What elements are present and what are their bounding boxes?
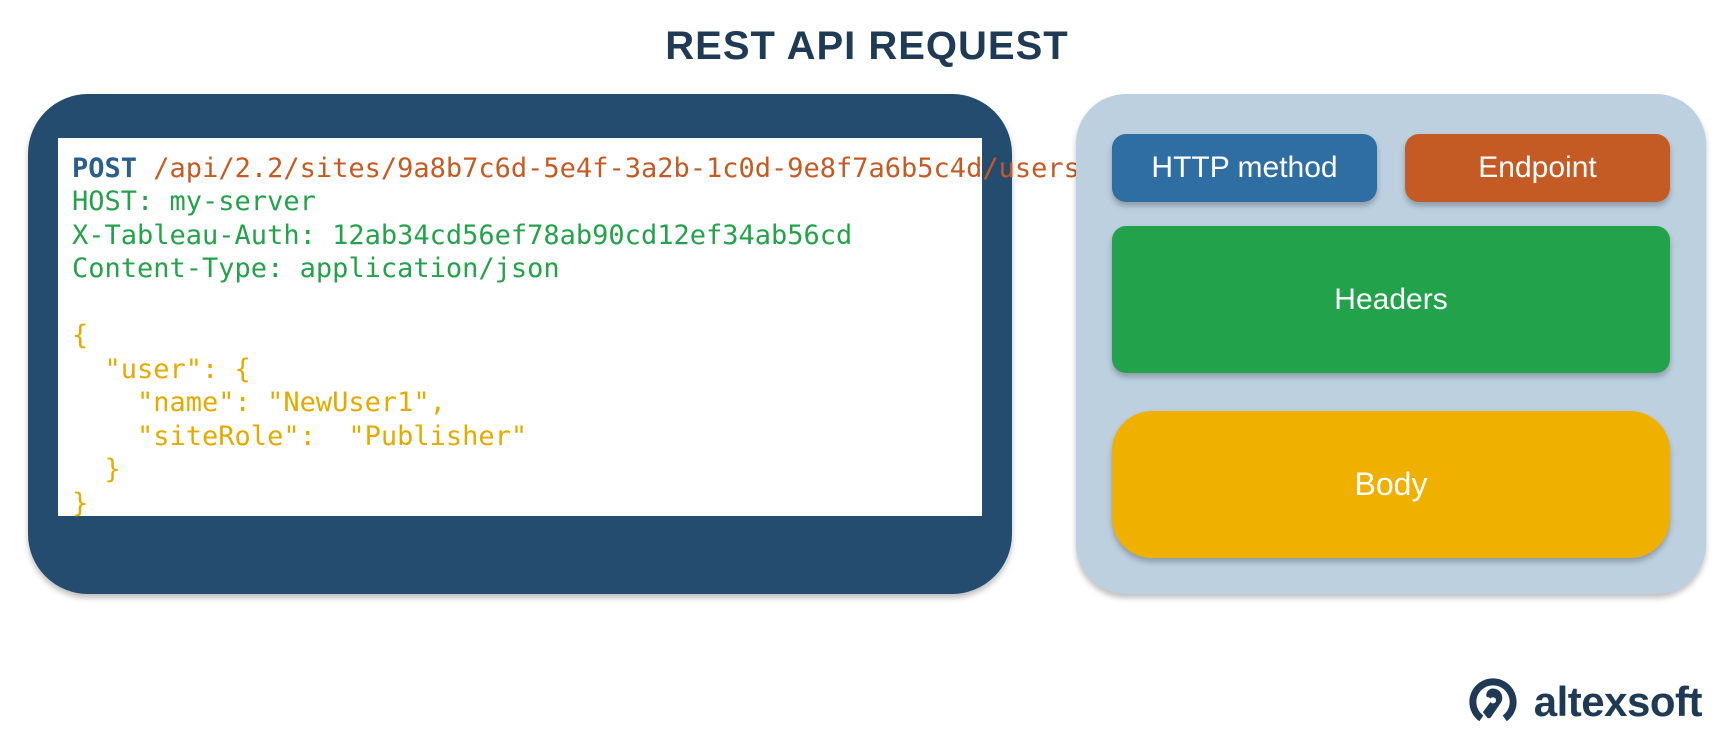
code-header-line: Content-Type: application/json (72, 253, 560, 284)
code-block: POST /api/2.2/sites/9a8b7c6d-5e4f-3a2b-1… (58, 138, 982, 516)
brand-name: altexsoft (1534, 678, 1702, 726)
code-body-line: } (72, 454, 121, 485)
legend-http-method: HTTP method (1112, 134, 1377, 202)
legend-endpoint: Endpoint (1405, 134, 1670, 202)
legend-card: HTTP method Endpoint Headers Body (1076, 94, 1706, 594)
code-header-line: HOST: my-server (72, 186, 316, 217)
code-body-line: "name": "NewUser1", (72, 387, 446, 418)
diagram-canvas: REST API REQUEST POST /api/2.2/sites/9a8… (0, 0, 1734, 751)
legend-body: Body (1112, 411, 1670, 558)
code-endpoint: /api/2.2/sites/9a8b7c6d-5e4f-3a2b-1c0d-9… (153, 153, 1226, 184)
diagram-title: REST API REQUEST (0, 24, 1734, 69)
altexsoft-logo-icon (1466, 675, 1520, 729)
code-body-line: { (72, 320, 88, 351)
legend-headers: Headers (1112, 226, 1670, 373)
code-body-line: } (72, 488, 88, 519)
brand: altexsoft (1466, 675, 1702, 729)
code-card: POST /api/2.2/sites/9a8b7c6d-5e4f-3a2b-1… (28, 94, 1012, 594)
code-body-line: "siteRole": "Publisher" (72, 421, 527, 452)
code-header-line: X-Tableau-Auth: 12ab34cd56ef78ab90cd12ef… (72, 220, 852, 251)
legend-top-row: HTTP method Endpoint (1112, 134, 1670, 202)
code-body-line: "user": { (72, 354, 251, 385)
code-method: POST (72, 153, 137, 184)
